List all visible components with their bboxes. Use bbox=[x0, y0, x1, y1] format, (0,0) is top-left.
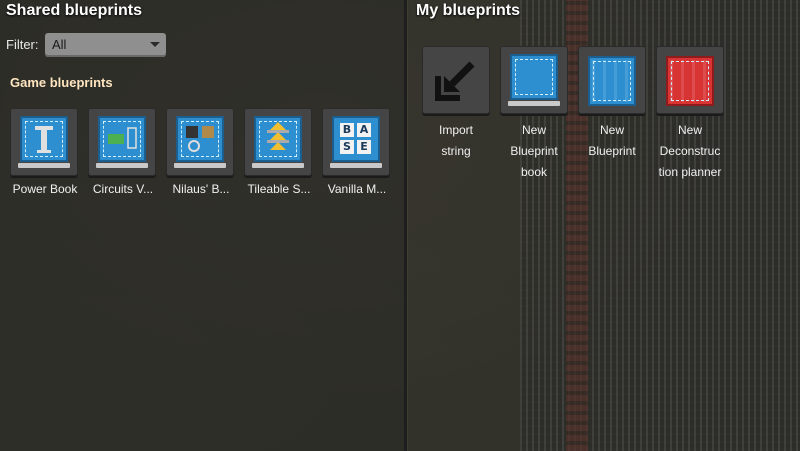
new-blueprint-label: New Blueprint bbox=[570, 120, 654, 162]
label-line: New bbox=[677, 123, 702, 137]
label-line: book bbox=[520, 165, 548, 179]
circuit-icon bbox=[96, 116, 148, 168]
game-blueprints-heading: Game blueprints bbox=[10, 75, 113, 90]
panel-divider bbox=[404, 0, 407, 451]
blueprint-label: Tileable S... bbox=[247, 182, 311, 196]
blueprint-label: Vanilla M... bbox=[327, 182, 387, 196]
chevron-down-icon bbox=[150, 42, 160, 47]
letter-tile: A bbox=[357, 123, 371, 137]
blueprint-icon bbox=[588, 56, 636, 106]
shared-blueprints-panel: Shared blueprints Filter: All Game bluep… bbox=[0, 0, 404, 451]
label-line: tion planner bbox=[658, 165, 722, 179]
label-line: Blueprint bbox=[588, 144, 636, 158]
blueprint-book-icon bbox=[508, 54, 560, 106]
tileable-icon bbox=[252, 116, 304, 168]
machines-icon bbox=[174, 116, 226, 168]
new-blueprint-book-label: New Blueprint book bbox=[492, 120, 576, 183]
blueprint-label: Power Book bbox=[12, 182, 78, 196]
blueprint-book-nilaus[interactable] bbox=[166, 108, 234, 176]
label-line: Blueprint bbox=[510, 144, 558, 158]
label-line: New bbox=[599, 123, 624, 137]
blueprint-book-tileable[interactable] bbox=[244, 108, 312, 176]
filter-label: Filter: bbox=[6, 37, 39, 52]
new-blueprint-button[interactable] bbox=[578, 46, 646, 114]
blueprint-label: Nilaus' B... bbox=[172, 182, 230, 196]
label-line: Deconstruc bbox=[659, 144, 721, 158]
my-blueprints-panel: My blueprints Import string New Blueprin… bbox=[408, 0, 800, 451]
filter-value: All bbox=[52, 37, 67, 52]
blueprint-label: Circuits V... bbox=[92, 182, 154, 196]
letter-tile: B bbox=[340, 123, 354, 137]
deconstruction-planner-icon bbox=[666, 56, 714, 106]
label-line: Import bbox=[438, 123, 473, 137]
new-deconstruction-planner-label: New Deconstruc tion planner bbox=[646, 120, 734, 183]
base-letters-icon: B A S E bbox=[330, 116, 382, 168]
import-string-label: Import string bbox=[414, 120, 498, 162]
blueprint-book-circuits[interactable] bbox=[88, 108, 156, 176]
label-line: string bbox=[441, 144, 471, 158]
my-blueprints-title: My blueprints bbox=[416, 2, 521, 19]
blueprint-book-vanilla[interactable]: B A S E bbox=[322, 108, 390, 176]
import-string-button[interactable] bbox=[422, 46, 490, 114]
import-arrow-icon bbox=[435, 61, 475, 101]
power-pole-icon bbox=[18, 116, 70, 168]
shared-blueprints-title: Shared blueprints bbox=[6, 2, 143, 19]
letter-tile: S bbox=[340, 140, 354, 154]
label-line: New bbox=[521, 123, 546, 137]
new-blueprint-book-button[interactable] bbox=[500, 46, 568, 114]
filter-dropdown[interactable]: All bbox=[45, 33, 166, 57]
blueprint-book-power[interactable] bbox=[10, 108, 78, 176]
new-deconstruction-planner-button[interactable] bbox=[656, 46, 724, 114]
letter-tile: E bbox=[357, 140, 371, 154]
